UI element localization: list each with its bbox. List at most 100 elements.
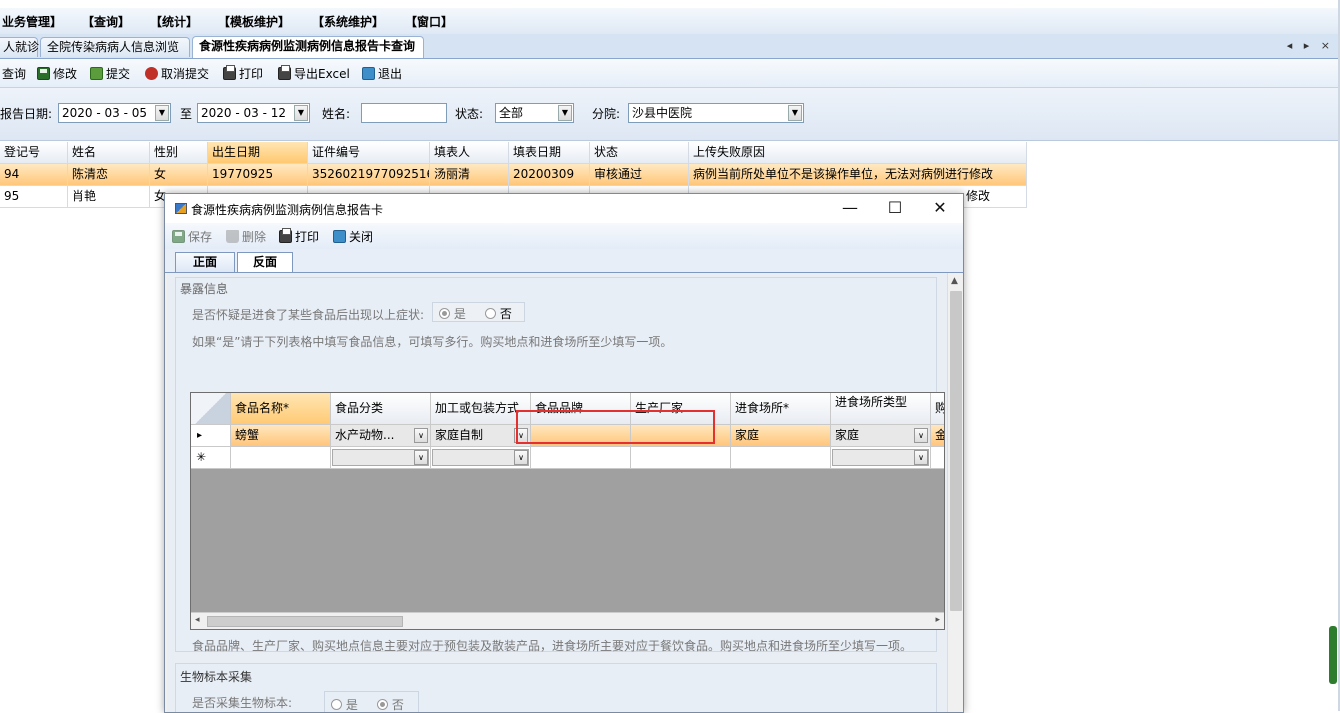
scrollbar-thumb[interactable] <box>950 291 962 611</box>
chevron-down-icon[interactable]: ∨ <box>914 450 928 465</box>
tab-front[interactable]: 正面 <box>175 252 235 272</box>
bio-no-radio[interactable]: 否 <box>377 696 404 712</box>
tab-back[interactable]: 反面 <box>237 252 293 272</box>
menu-query[interactable]: 【查询】 <box>82 13 130 30</box>
chevron-down-icon[interactable]: ▼ <box>155 105 169 121</box>
scroll-left-icon[interactable]: ◂ <box>195 615 200 625</box>
chevron-down-icon[interactable]: ∨ <box>914 428 928 443</box>
cell-idno[interactable]: 352602197709251624 <box>308 164 430 186</box>
highlight-box <box>516 410 715 444</box>
new-cell-eating-place[interactable] <box>731 447 831 469</box>
col-header-birthdate[interactable]: 出生日期 <box>208 142 308 164</box>
name-input[interactable] <box>361 103 447 123</box>
tab-outpatient[interactable]: 人就诊 <box>0 37 39 57</box>
delete-button[interactable]: 删除 <box>226 228 266 245</box>
new-cell-processing[interactable]: ∨ <box>431 447 531 469</box>
new-cell-manufacturer[interactable] <box>631 447 731 469</box>
row-selector-arrow-icon[interactable]: ▸ <box>191 425 231 447</box>
menu-system[interactable]: 【系统维护】 <box>312 13 384 30</box>
cell-upload-error[interactable]: 病例当前所处单位不是该操作单位，无法对病例进行修改 <box>689 164 1027 186</box>
exit-button[interactable]: 退出 <box>362 65 402 82</box>
new-cell-food-category[interactable]: ∨ <box>331 447 431 469</box>
col-header-eating-place-type[interactable]: 进食场所类型 <box>831 393 931 425</box>
page-scroll-indicator[interactable] <box>1329 626 1337 684</box>
col-header-filler[interactable]: 填表人 <box>430 142 509 164</box>
grid-corner[interactable] <box>191 393 231 425</box>
cell-name[interactable]: 肖艳 <box>68 186 150 208</box>
cell-sex[interactable]: 女 <box>150 164 208 186</box>
tab-navigation-arrows[interactable]: ◂ ▸ × <box>1287 39 1334 52</box>
cell-eating-place-type[interactable]: 家庭 ∨ <box>831 425 931 447</box>
col-header-idno[interactable]: 证件编号 <box>308 142 430 164</box>
close-window-button[interactable]: ✕ <box>929 198 951 218</box>
col-header-purchase[interactable]: 购 <box>931 393 944 425</box>
maximize-button[interactable]: ☐ <box>884 198 906 218</box>
print-button[interactable]: 打印 <box>223 65 263 82</box>
col-header-upload-error[interactable]: 上传失败原因 <box>689 142 1027 164</box>
date-to-picker[interactable]: 2020 - 03 - 12 ▼ <box>197 103 310 123</box>
edit-button[interactable]: 修改 <box>37 65 77 82</box>
col-header-eating-place[interactable]: 进食场所* <box>731 393 831 425</box>
new-cell-purchase[interactable] <box>931 447 944 469</box>
cell-regno[interactable]: 94 <box>0 164 68 186</box>
menu-window[interactable]: 【窗口】 <box>405 13 453 30</box>
col-header-sex[interactable]: 性别 <box>150 142 208 164</box>
close-button[interactable]: 关闭 <box>333 228 373 245</box>
exposure-no-radio[interactable]: 否 <box>485 305 512 322</box>
branch-select[interactable]: 沙县中医院 ▼ <box>628 103 804 123</box>
chevron-down-icon[interactable]: ▼ <box>294 105 308 121</box>
export-excel-button[interactable]: 导出Excel <box>278 65 350 82</box>
vertical-scrollbar[interactable]: ▲ <box>947 273 963 712</box>
window-title-strip <box>0 0 1340 8</box>
cell-name[interactable]: 陈清恋 <box>68 164 150 186</box>
bio-yes-radio[interactable]: 是 <box>331 696 358 712</box>
col-header-status[interactable]: 状态 <box>590 142 689 164</box>
date-from-picker[interactable]: 2020 - 03 - 05 ▼ <box>58 103 171 123</box>
exposure-yes-radio[interactable]: 是 <box>439 305 466 322</box>
menu-template[interactable]: 【模板维护】 <box>218 13 290 30</box>
cell-filldate[interactable]: 20200309 <box>509 164 590 186</box>
menu-statistics[interactable]: 【统计】 <box>150 13 198 30</box>
print-button[interactable]: 打印 <box>279 228 319 245</box>
cell-food-category[interactable]: 水产动物... ∨ <box>331 425 431 447</box>
chevron-down-icon[interactable]: ▼ <box>788 105 802 121</box>
query-button[interactable]: 查询 <box>2 65 26 82</box>
submit-button[interactable]: 提交 <box>90 65 130 82</box>
menu-business[interactable]: 业务管理】 <box>2 13 62 30</box>
cell-birthdate[interactable]: 19770925 <box>208 164 308 186</box>
dialog-titlebar[interactable]: 食源性疾病病例监测病例信息报告卡 — ☐ ✕ <box>165 194 963 223</box>
col-header-filldate[interactable]: 填表日期 <box>509 142 590 164</box>
cell-eating-place[interactable]: 家庭 <box>731 425 831 447</box>
new-cell-food-name[interactable] <box>231 447 331 469</box>
cell-filler[interactable]: 汤丽清 <box>430 164 509 186</box>
new-cell-brand[interactable] <box>531 447 631 469</box>
chevron-down-icon[interactable]: ∨ <box>414 450 428 465</box>
cell-food-name[interactable]: 螃蟹 <box>231 425 331 447</box>
cell-purchase[interactable]: 金 <box>931 425 944 447</box>
new-row-star-icon[interactable]: ✳ <box>191 447 231 469</box>
chevron-down-icon[interactable]: ▼ <box>558 105 572 121</box>
tab-infectious-browse[interactable]: 全院传染病病人信息浏览 <box>40 37 190 57</box>
col-header-food-category[interactable]: 食品分类 <box>331 393 431 425</box>
cell-regno[interactable]: 95 <box>0 186 68 208</box>
chevron-down-icon[interactable]: ∨ <box>414 428 428 443</box>
table-row[interactable]: 94 陈清恋 女 19770925 352602197709251624 汤丽清… <box>0 164 1027 186</box>
minimize-button[interactable]: — <box>839 198 861 218</box>
date-to-value: 2020 - 03 - 12 <box>201 106 286 120</box>
col-header-regno[interactable]: 登记号 <box>0 142 68 164</box>
save-button[interactable]: 保存 <box>172 228 212 245</box>
col-header-name[interactable]: 姓名 <box>68 142 150 164</box>
horizontal-scrollbar[interactable]: ◂ ▸ <box>191 612 944 629</box>
scroll-right-icon[interactable]: ▸ <box>935 615 940 625</box>
cell-status[interactable]: 审核通过 <box>590 164 689 186</box>
chevron-down-icon[interactable]: ∨ <box>514 450 528 465</box>
col-header-food-name[interactable]: 食品名称* <box>231 393 331 425</box>
status-select[interactable]: 全部 ▼ <box>495 103 574 123</box>
new-cell-eating-place-type[interactable]: ∨ <box>831 447 931 469</box>
scrollbar-thumb[interactable] <box>207 616 403 627</box>
new-row[interactable]: ✳ ∨ ∨ ∨ <box>191 447 944 469</box>
radio-checked-icon <box>439 308 450 319</box>
scroll-up-icon[interactable]: ▲ <box>951 276 958 286</box>
tab-foodborne-query[interactable]: 食源性疾病病例监测病例信息报告卡查询 <box>192 36 424 58</box>
cancel-submit-button[interactable]: 取消提交 <box>145 65 209 82</box>
